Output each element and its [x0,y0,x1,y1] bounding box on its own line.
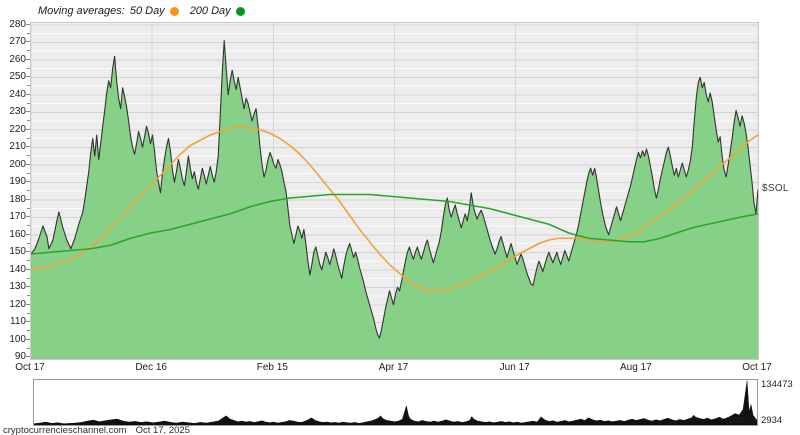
y-axis-tick-label: 120 [9,298,26,310]
x-axis-tick-label: Dec 16 [135,362,167,373]
ma200-dot-icon [235,6,245,16]
volume-panel [33,379,758,426]
volume-units-label: (1000's) [725,415,756,425]
y-axis-tick-label: 240 [9,88,26,100]
y-axis-tick-label: 280 [9,18,26,30]
y-axis-tick-label: 170 [9,211,26,223]
y-axis-tick-label: 160 [9,228,26,240]
x-axis-tick-label: Apr 17 [378,362,409,373]
ma200-label: 200 Day [189,5,231,17]
y-axis-tick-label: 210 [9,141,26,153]
crypto-chart-page: Moving averages: 50 Day 200 Day 280 270 26… [0,0,800,435]
y-axis-tick-label: 140 [9,263,26,275]
price-chart-plot [30,22,759,360]
y-axis-tick-label: 220 [9,123,26,135]
volume-bars-chart [34,380,757,425]
x-axis-tick-label: Jun 17 [499,362,530,373]
y-axis-tick-label: 250 [9,71,26,83]
ma50-dot-icon [169,6,179,16]
y-axis-tick-label: 190 [9,176,26,188]
x-axis-tick-label: Oct 17 [742,362,772,373]
price-area-chart [31,23,758,359]
volume-max-label: 134473 [761,379,793,390]
y-axis-tick-label: 230 [9,106,26,118]
y-axis-tick-label: 130 [9,281,26,293]
ma50-label: 50 Day [129,5,165,17]
x-axis-tick-label: Oct 17 [15,362,45,373]
site-name: cryptocurrencieschannel.com [3,425,127,435]
chart-footer: cryptocurrencieschannel.com Oct 17, 2025 [3,425,199,435]
legend-title: Moving averages: [38,5,125,17]
volume-min-label: 2934 [761,415,783,426]
y-axis-tick-label: 180 [9,193,26,205]
y-axis-tick-label: 260 [9,53,26,65]
y-axis-tick-label: 90 [14,351,26,363]
chart-date: Oct 17, 2025 [135,425,190,435]
x-axis-tick-label: Feb 15 [256,362,288,373]
moving-averages-legend: Moving averages: 50 Day 200 Day [38,3,251,19]
y-axis-tick-label: 100 [9,333,26,345]
y-axis-tick-label: 200 [9,158,26,170]
y-axis-tick-label: 270 [9,36,26,48]
legend-item-200-day: 200 Day [190,5,231,17]
y-axis-tick-label: 150 [9,246,26,258]
y-axis-tick-label: 110 [10,316,26,328]
legend-item-50-day: 50 Day [130,5,165,17]
symbol-label: $SOL [762,183,789,194]
x-axis-tick-label: Aug 17 [619,362,652,373]
